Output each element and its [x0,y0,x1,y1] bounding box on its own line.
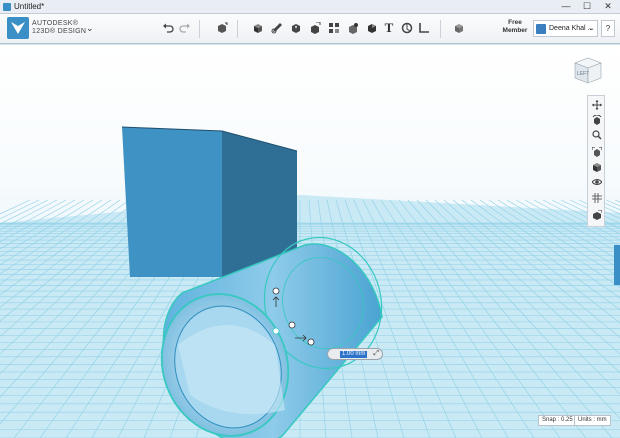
close-window-button[interactable]: ✕ [598,0,618,13]
orbit-icon [592,114,601,125]
3d-viewport[interactable]: LEFT 1.00 mm ⤢ Snap : 0.25 Units: mm [0,45,620,438]
user-account-dropdown[interactable]: Deena Khal ... ⌄ [533,20,598,37]
fit-tool[interactable] [590,145,603,158]
window-titlebar: Untitled* — ☐ ✕ [0,0,620,14]
grid-tool[interactable] [590,191,603,204]
toolbar-separator [199,20,200,38]
eye-icon [591,178,602,185]
perspective-cube-icon [592,162,601,172]
pattern-button[interactable] [326,20,342,36]
visibility-tool[interactable] [590,175,603,188]
redo-button[interactable] [177,20,193,36]
snap-button[interactable] [399,20,415,36]
box-solid [121,126,298,277]
modify-icon [311,22,321,34]
construct-icon [292,24,300,33]
orbit-tool[interactable] [590,113,603,126]
help-button[interactable]: ? [601,20,615,37]
pan-tool[interactable] [590,98,603,111]
group-button[interactable] [345,20,361,36]
toolbar-separator [237,20,238,38]
minimize-button[interactable]: — [556,0,576,13]
zoom-tool[interactable] [590,128,603,141]
app-logo-icon[interactable] [7,17,29,39]
measure-button[interactable] [416,20,432,36]
viewcube-face-label: LEFT [577,71,589,77]
dimension-input-field[interactable]: 1.00 mm ⤢ [327,348,383,360]
navigation-bar [587,95,605,227]
transform-icon [218,22,228,33]
box-primitive-icon [254,24,262,33]
undo-arrow-icon [163,23,174,33]
redo-arrow-icon [179,23,190,33]
membership-label: Free Member [498,19,532,35]
fit-view-icon [591,146,602,157]
text-t-icon: T [384,20,394,35]
perspective-tool[interactable] [590,160,603,173]
materials-icon [592,209,602,220]
side-panel-tab[interactable] [614,245,620,285]
units-status[interactable]: Units : mm [574,415,611,426]
combine-icon [368,24,376,33]
dimension-tool-icon[interactable]: ⤢ [373,350,379,358]
chevron-down-icon: ⌄ [588,25,594,32]
material-button[interactable] [451,20,467,36]
app-icon [3,3,11,11]
material-cube-icon [455,24,463,33]
user-name: Deena Khal ... [549,25,594,32]
snap-icon [401,22,413,34]
sketch-pencil-icon [271,23,282,34]
brand-autodesk: AUTODESK® [32,20,79,27]
transform-button[interactable] [214,20,230,36]
sketch-button[interactable] [269,20,285,36]
combine-button[interactable] [364,20,380,36]
main-toolbar: AUTODESK® 123D® DESIGN ⌄ T Free Member D… [0,14,620,44]
brand-product: 123D® DESIGN [32,28,87,35]
zoom-magnifier-icon [591,129,602,140]
scene-canvas[interactable] [0,45,620,438]
group-icon [349,23,358,34]
window-title: Untitled* [14,2,45,11]
materials-tool[interactable] [590,208,603,221]
snap-status[interactable]: Snap : 0.25 [538,415,577,426]
text-button[interactable]: T [381,20,397,36]
membership-text: Free Member [502,19,528,34]
pan-arrows-icon [591,99,602,110]
undo-button[interactable] [160,20,176,36]
maximize-button[interactable]: ☐ [577,0,597,13]
toolbar-separator [440,20,441,38]
primitives-button[interactable] [250,20,266,36]
grid-icon [591,192,602,203]
dimension-value[interactable]: 1.00 mm [340,351,368,358]
pattern-icon [329,23,339,33]
ruler-icon [419,23,429,33]
avatar [536,24,546,34]
viewcube-widget[interactable]: LEFT [570,55,606,85]
construct-button[interactable] [288,20,304,36]
modify-button[interactable] [307,20,323,36]
app-menu-chevron-icon[interactable]: ⌄ [86,23,94,34]
